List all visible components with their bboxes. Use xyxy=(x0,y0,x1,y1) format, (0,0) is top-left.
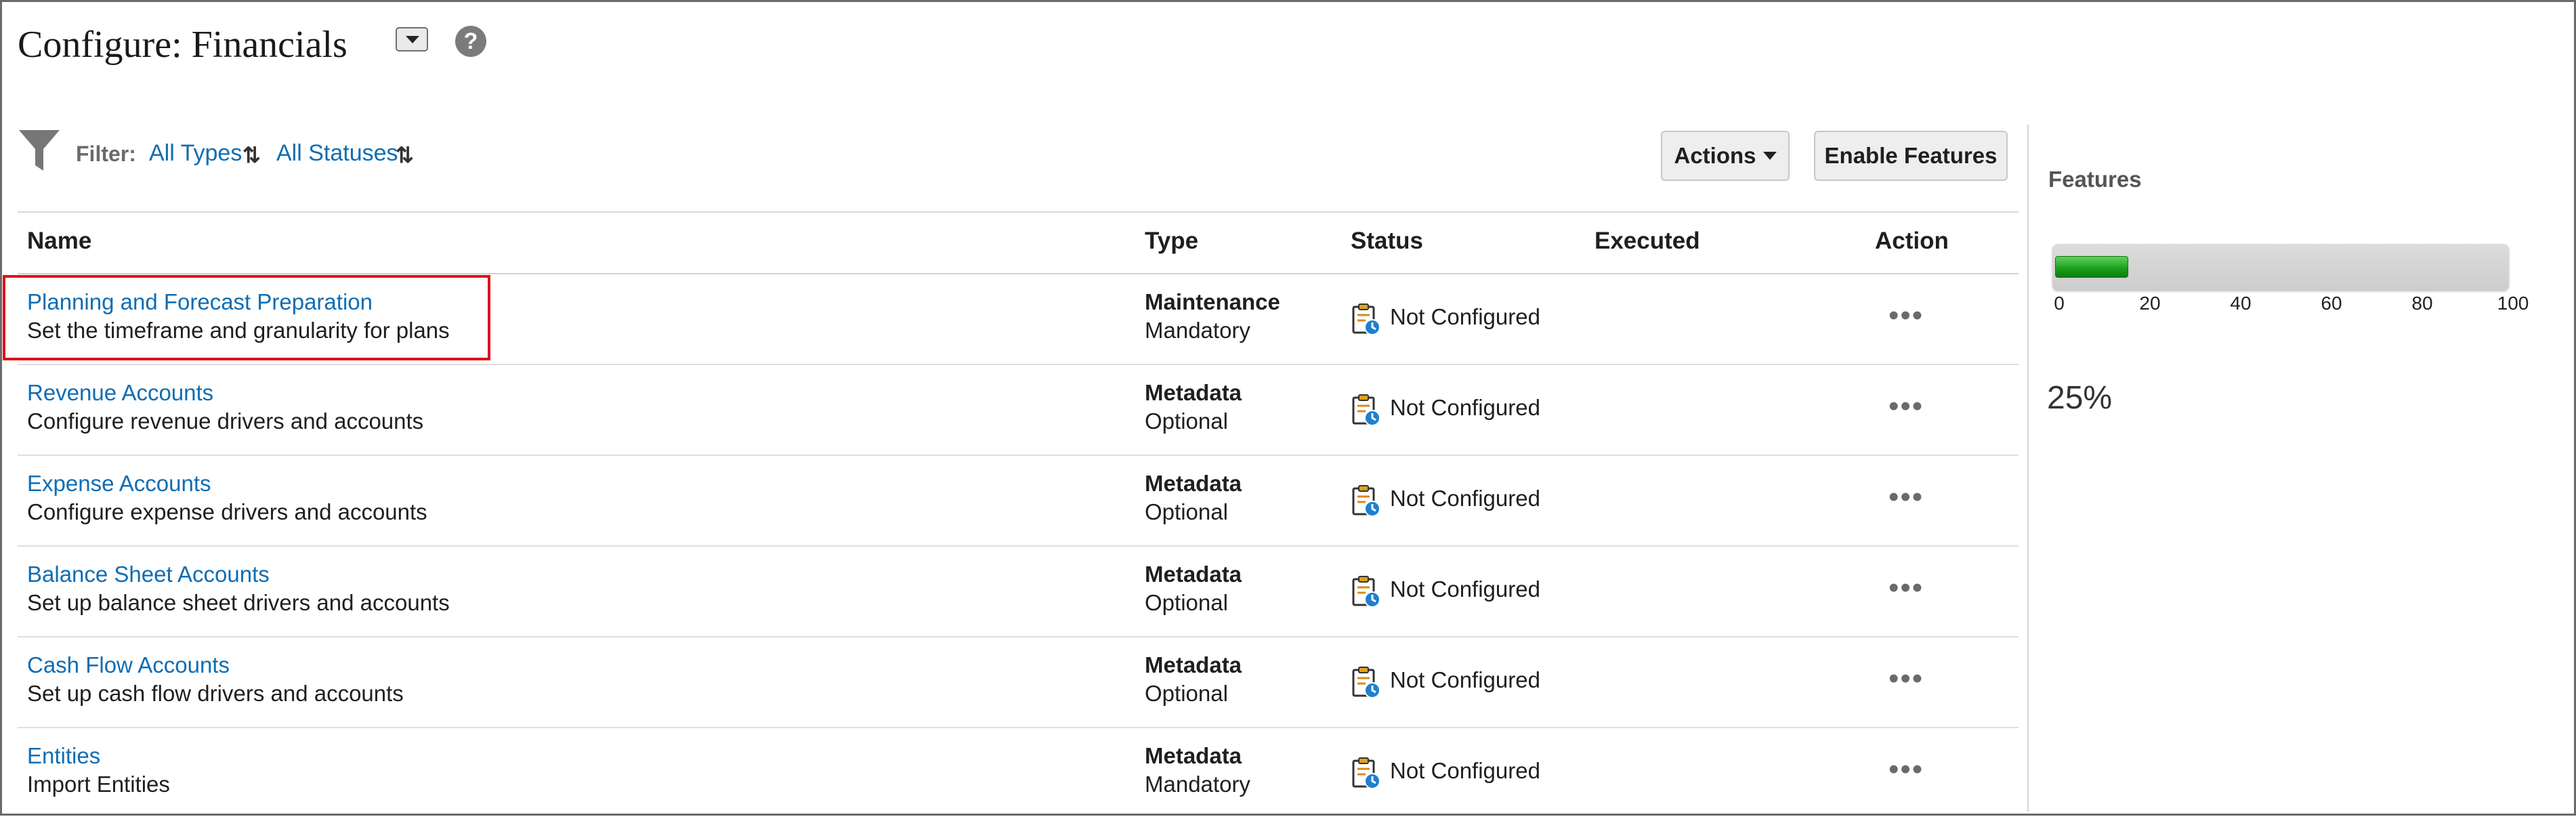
task-description: Set up balance sheet drivers and account… xyxy=(27,590,450,615)
task-description: Set up cash flow drivers and accounts xyxy=(27,681,404,706)
ellipsis-icon[interactable]: ••• xyxy=(1888,390,1924,423)
progress-tick-label: 40 xyxy=(2230,293,2252,314)
task-type: Metadata xyxy=(1145,471,1242,496)
panel-divider xyxy=(2027,125,2029,812)
ellipsis-icon[interactable]: ••• xyxy=(1888,753,1924,786)
enable-features-button[interactable]: Enable Features xyxy=(1814,131,2008,181)
table-row: Revenue Accounts Configure revenue driver… xyxy=(18,365,2019,456)
sort-types-icon[interactable]: ⇅ xyxy=(242,142,261,168)
task-status: Not Configured xyxy=(1390,395,1540,420)
ellipsis-icon[interactable]: ••• xyxy=(1888,480,1924,514)
column-header-status[interactable]: Status xyxy=(1351,228,1423,255)
task-status: Not Configured xyxy=(1390,486,1540,511)
clipboard-clock-icon xyxy=(1351,575,1383,612)
task-name-link[interactable]: Cash Flow Accounts xyxy=(27,652,230,678)
filter-types-link[interactable]: All Types xyxy=(149,140,242,167)
progress-tick-label: 80 xyxy=(2411,293,2433,314)
task-requirement: Optional xyxy=(1145,499,1228,524)
task-type: Metadata xyxy=(1145,562,1242,587)
task-description: Configure expense drivers and accounts xyxy=(27,499,427,524)
task-name-link[interactable]: Expense Accounts xyxy=(27,471,211,497)
column-header-type[interactable]: Type xyxy=(1145,228,1198,255)
features-title: Features xyxy=(2048,167,2142,192)
task-requirement: Optional xyxy=(1145,681,1228,706)
caret-down-icon xyxy=(1762,152,1777,160)
task-requirement: Optional xyxy=(1145,590,1228,615)
progress-tick-label: 20 xyxy=(2139,293,2161,314)
filter-statuses-link[interactable]: All Statuses xyxy=(276,140,398,167)
task-requirement: Mandatory xyxy=(1145,318,1250,343)
clipboard-clock-icon xyxy=(1351,757,1383,794)
features-progress-fill xyxy=(2055,256,2128,278)
table-row: Planning and Forecast Preparation Set the… xyxy=(18,274,2019,365)
column-header-action[interactable]: Action xyxy=(1875,228,1949,255)
table-row: Cash Flow Accounts Set up cash flow drive… xyxy=(18,637,2019,728)
task-type: Maintenance xyxy=(1145,289,1280,314)
table-top-divider xyxy=(18,211,2019,213)
actions-button-label: Actions xyxy=(1674,143,1756,168)
title-dropdown-button[interactable] xyxy=(396,27,428,51)
table-row: Balance Sheet Accounts Set up balance she… xyxy=(18,547,2019,637)
task-type: Metadata xyxy=(1145,652,1242,677)
task-requirement: Mandatory xyxy=(1145,772,1250,797)
task-description: Set the timeframe and granularity for pl… xyxy=(27,318,450,343)
task-status: Not Configured xyxy=(1390,667,1540,692)
progress-tick-label: 0 xyxy=(2054,293,2065,314)
actions-menu-button[interactable]: Actions xyxy=(1661,131,1790,181)
progress-tick-label: 60 xyxy=(2321,293,2342,314)
ellipsis-icon[interactable]: ••• xyxy=(1888,299,1924,333)
filter-label: Filter: xyxy=(76,142,136,166)
task-name-link[interactable]: Balance Sheet Accounts xyxy=(27,562,270,587)
clipboard-clock-icon xyxy=(1351,666,1383,703)
task-status: Not Configured xyxy=(1390,576,1540,602)
task-type: Metadata xyxy=(1145,743,1242,768)
clipboard-clock-icon xyxy=(1351,303,1383,340)
task-description: Import Entities xyxy=(27,772,170,797)
task-requirement: Optional xyxy=(1145,408,1228,434)
task-description: Configure revenue drivers and accounts xyxy=(27,408,424,434)
table-row: Expense Accounts Configure expense driver… xyxy=(18,456,2019,547)
ellipsis-icon[interactable]: ••• xyxy=(1888,662,1924,696)
funnel-icon[interactable] xyxy=(18,129,61,172)
task-type: Metadata xyxy=(1145,380,1242,405)
progress-tick-label: 100 xyxy=(2497,293,2529,314)
task-status: Not Configured xyxy=(1390,758,1540,783)
clipboard-clock-icon xyxy=(1351,484,1383,522)
ellipsis-icon[interactable]: ••• xyxy=(1888,571,1924,605)
task-name-link[interactable]: Revenue Accounts xyxy=(27,380,213,406)
clipboard-clock-icon xyxy=(1351,394,1383,431)
table-row: Entities Import Entities Metadata Mandatory… xyxy=(18,728,2019,819)
sort-statuses-icon[interactable]: ⇅ xyxy=(396,142,414,168)
page-title: Configure: Financials xyxy=(18,24,347,66)
help-icon[interactable]: ? xyxy=(455,26,486,57)
column-header-executed[interactable]: Executed xyxy=(1595,228,1700,255)
task-name-link[interactable]: Planning and Forecast Preparation xyxy=(27,289,373,315)
task-status: Not Configured xyxy=(1390,304,1540,329)
features-percent: 25% xyxy=(2047,380,2113,416)
task-name-link[interactable]: Entities xyxy=(27,743,100,769)
column-header-name[interactable]: Name xyxy=(27,228,91,255)
